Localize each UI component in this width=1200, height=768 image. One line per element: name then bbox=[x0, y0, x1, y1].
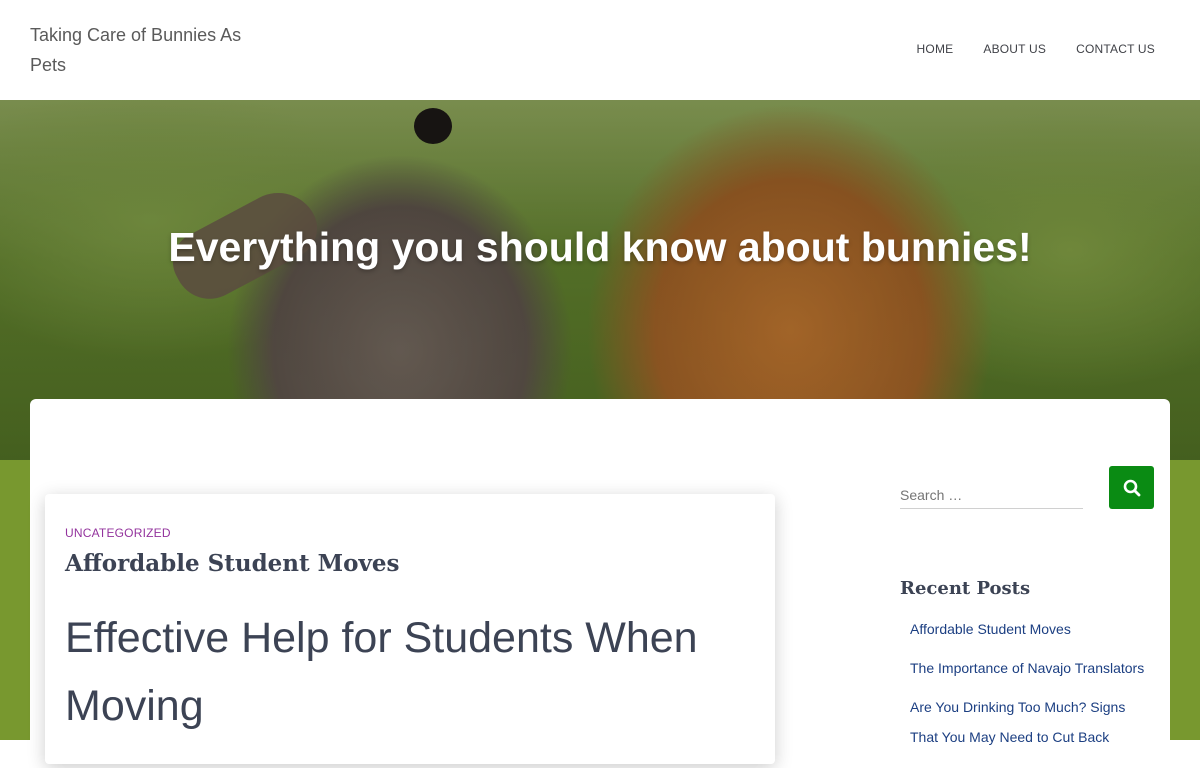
nav-about-us[interactable]: ABOUT US bbox=[983, 42, 1046, 56]
search-form bbox=[900, 466, 1154, 511]
bunny-image-eye bbox=[414, 108, 452, 144]
list-item: The Importance of Navajo Translators bbox=[910, 660, 1144, 699]
main-nav: HOME ABOUT US CONTACT US bbox=[917, 42, 1155, 56]
site-header: Taking Care of Bunnies As Pets HOME ABOU… bbox=[0, 0, 1200, 100]
hero-title: Everything you should know about bunnies… bbox=[168, 224, 1032, 270]
search-button[interactable] bbox=[1109, 466, 1154, 509]
recent-post-link[interactable]: Are You Drinking Too Much? Signs bbox=[910, 699, 1125, 715]
nav-contact-us[interactable]: CONTACT US bbox=[1076, 42, 1155, 56]
nav-home[interactable]: HOME bbox=[917, 42, 954, 56]
post-title[interactable]: Affordable Student Moves bbox=[65, 550, 399, 577]
recent-posts-list: Affordable Student Moves The Importance … bbox=[910, 621, 1144, 768]
post-card: UNCATEGORIZED Affordable Student Moves E… bbox=[45, 494, 775, 764]
recent-post-link[interactable]: That You May Need to Cut Back bbox=[910, 729, 1109, 745]
site-title[interactable]: Taking Care of Bunnies As Pets bbox=[30, 20, 260, 80]
recent-post-link[interactable]: Affordable Student Moves bbox=[910, 621, 1071, 637]
list-item: That You May Need to Cut Back bbox=[910, 729, 1144, 768]
post-category[interactable]: UNCATEGORIZED bbox=[65, 526, 171, 540]
list-item: Affordable Student Moves bbox=[910, 621, 1144, 660]
list-item: Are You Drinking Too Much? Signs bbox=[910, 699, 1144, 729]
recent-posts-title: Recent Posts bbox=[900, 578, 1031, 599]
recent-post-link[interactable]: The Importance of Navajo Translators bbox=[910, 660, 1144, 676]
search-icon bbox=[1123, 479, 1141, 497]
search-input[interactable] bbox=[900, 482, 1083, 509]
post-heading: Effective Help for Students When Moving bbox=[65, 614, 698, 730]
